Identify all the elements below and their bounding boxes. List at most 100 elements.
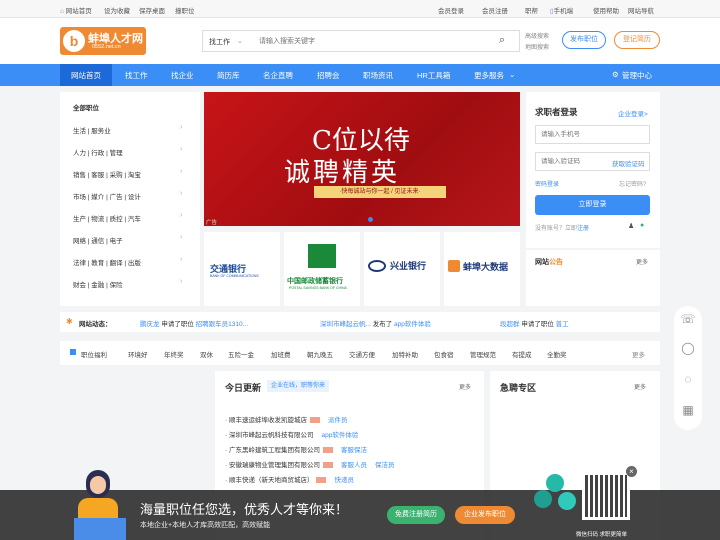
dynamic-item[interactable]: 鹏庆龙 申请了职位 招聘跟车员1310...	[140, 318, 248, 328]
member-login-link[interactable]: 会员登录	[438, 5, 464, 15]
welfare-tag[interactable]: 年终奖	[164, 349, 184, 359]
megaphone-icon: ✱	[66, 317, 73, 326]
chat-icon[interactable]: ◯	[678, 341, 698, 361]
job-row[interactable]: · 顺丰速运蚌埠收发凯旋城店 派件员	[225, 414, 347, 424]
notice-more-link[interactable]: 更多	[636, 257, 648, 266]
register-resume-promo-button[interactable]: 免费注册简历	[387, 506, 445, 524]
hot-icon	[309, 417, 320, 424]
message-icon[interactable]: ◌	[678, 372, 698, 392]
home-link[interactable]: ⌂ 网站首页	[60, 5, 92, 15]
company-logo-bankcomm[interactable]: 交通银行 BANK OF COMMUNICATIONS	[204, 232, 280, 306]
nav-hr-tools[interactable]: HR工具箱	[417, 70, 450, 81]
post-job-button[interactable]: 发布职位	[562, 31, 606, 49]
recruit-link[interactable]: 撞职位	[175, 5, 195, 15]
phone-icon[interactable]: ☏	[678, 312, 698, 332]
save-desktop-link[interactable]: 保存桌面	[139, 5, 165, 15]
job-row[interactable]: · 深圳市峰起云帆科技有限公司 app软件体验	[225, 429, 358, 439]
promo-banner[interactable]: C位以待 诚聘精英 ·快每诚站与你一起 / 见证未来· 广告	[204, 92, 520, 226]
qq-icon[interactable]: ♟	[628, 222, 634, 230]
site-dynamics-bar: ✱ 网站动态： 鹏庆龙 申请了职位 招聘跟车员1310... 深圳市峰起云帆..…	[60, 312, 660, 332]
member-register-link[interactable]: 会员注册	[482, 5, 508, 15]
welfare-tag[interactable]: 加班费	[271, 349, 291, 359]
job-help-link[interactable]: 职帮	[525, 5, 538, 15]
hot-icon	[322, 462, 333, 469]
welfare-tag[interactable]: 管理规范	[470, 349, 496, 359]
welfare-tag[interactable]: 朝九晚五	[307, 349, 333, 359]
job-row[interactable]: · 顺丰快递（新天地商贸城店） 快递员	[225, 474, 354, 484]
mobile-link[interactable]: ▯手机端	[550, 5, 573, 15]
usage-help-link[interactable]: 使用帮助	[593, 5, 619, 15]
post-job-promo-button[interactable]: 企业发布职位	[455, 506, 515, 524]
laptop-icon	[74, 518, 126, 540]
category-item[interactable]: 市场 | 媒介 | 广告 | 设计	[73, 191, 141, 201]
map-search-link[interactable]: 地图搜索	[525, 42, 549, 51]
search-icon[interactable]: ⌕	[499, 34, 505, 47]
hot-icon	[316, 477, 327, 484]
get-code-button[interactable]: 获取验证码	[612, 158, 645, 168]
category-item[interactable]: 网络 | 通信 | 电子	[73, 235, 123, 245]
search-input[interactable]	[259, 34, 489, 48]
category-item[interactable]: 人力 | 行政 | 管理	[73, 147, 123, 157]
chevron-right-icon: ›	[180, 256, 183, 263]
nav-career-news[interactable]: 职场资讯	[363, 70, 393, 81]
password-login-link[interactable]: 密码登录	[535, 179, 559, 188]
wechat-icon[interactable]: ●	[640, 222, 644, 229]
login-button[interactable]: 立即登录	[535, 195, 650, 215]
welfare-tag[interactable]: 全勤奖	[547, 349, 567, 359]
nav-home[interactable]: 网站首页	[60, 64, 112, 86]
nav-find-company[interactable]: 找企业	[171, 70, 194, 81]
welfare-tag[interactable]: 有提成	[512, 349, 532, 359]
favorite-link[interactable]: 设为收藏	[104, 5, 130, 15]
category-item[interactable]: 生活 | 服务业	[73, 125, 111, 135]
dynamic-item[interactable]: 段超群 申请了职位 普工	[500, 318, 569, 328]
welfare-tag[interactable]: 环境好	[128, 349, 148, 359]
chevron-right-icon: ›	[180, 146, 183, 153]
company-logo-psbc[interactable]: 中国邮政储蓄银行 POSTAL SAVINGS BANK OF CHINA	[284, 232, 360, 306]
carousel-dot[interactable]	[368, 217, 373, 222]
register-link[interactable]: 注册	[577, 226, 589, 232]
welfare-tag[interactable]: 双休	[200, 349, 213, 359]
category-item[interactable]: 法律 | 教育 | 翻译 | 出版	[73, 257, 141, 267]
nav-resume-db[interactable]: 简历库	[217, 70, 240, 81]
site-logo[interactable]: b 蚌埠人才网 0552.net.cn	[60, 27, 146, 55]
dynamic-item[interactable]: 深圳市峰起云帆... 发布了 app软件体验	[320, 318, 431, 328]
category-item[interactable]: 销售 | 客服 | 采购 | 淘宝	[73, 169, 141, 179]
nav-job-fair[interactable]: 招聘会	[317, 70, 340, 81]
forgot-password-link[interactable]: 忘记密码?	[619, 179, 646, 188]
job-row[interactable]: · 广东黑岭建筑工程集团有限公司 客服保洁	[225, 444, 367, 454]
top-utility-bar: ⌂ 网站首页 设为收藏 保存桌面 撞职位 会员登录 会员注册 职帮 ▯手机端 使…	[0, 0, 720, 18]
welfare-more-link[interactable]: 更多	[632, 349, 645, 359]
welfare-tag[interactable]: 交通方便	[349, 349, 375, 359]
company-login-link[interactable]: 企业登录>	[618, 108, 648, 118]
site-nav-link[interactable]: 网站导航	[628, 5, 654, 15]
nav-famous-companies[interactable]: 名企直聘	[263, 70, 293, 81]
nav-more-services[interactable]: 更多服务	[474, 70, 504, 81]
register-resume-button[interactable]: 登记简历	[614, 31, 660, 49]
advanced-search-link[interactable]: 高级搜索	[525, 31, 549, 40]
chevron-right-icon: ›	[180, 190, 183, 197]
hot-icon	[322, 447, 333, 454]
manage-center-link[interactable]: 管理中心	[622, 70, 652, 81]
welfare-tag[interactable]: 包食宿	[434, 349, 454, 359]
nav-find-job[interactable]: 找工作	[125, 70, 148, 81]
woman-illustration	[66, 466, 138, 540]
today-more-link[interactable]: 更多	[459, 382, 471, 391]
chevron-right-icon: ›	[180, 278, 183, 285]
qrcode-icon[interactable]: ▦	[678, 403, 698, 423]
company-logo-cib[interactable]: 兴业银行	[364, 232, 440, 306]
chevron-down-icon: ⌄	[509, 70, 516, 79]
urgent-more-link[interactable]: 更多	[634, 382, 646, 391]
phone-input[interactable]	[535, 125, 650, 144]
cib-emblem-icon	[368, 260, 386, 272]
welfare-tag[interactable]: 五险一金	[228, 349, 254, 359]
close-icon[interactable]: ×	[626, 466, 637, 477]
job-row[interactable]: · 安徽瑞康物业管理集团有限公司 客服人员 保洁员	[225, 459, 394, 469]
category-item[interactable]: 生产 | 物流 | 质控 | 汽车	[73, 213, 141, 223]
notice-panel: 网站公告 更多	[526, 250, 660, 306]
search-type-select[interactable]: 找工作	[209, 37, 230, 47]
category-item[interactable]: 财会 | 金融 | 保险	[73, 279, 123, 289]
welfare-icon	[70, 349, 76, 355]
welfare-tag[interactable]: 加特补助	[392, 349, 418, 359]
qrcode-image	[582, 472, 630, 520]
company-logo-bigdata[interactable]: 蚌埠大数据	[444, 232, 520, 306]
